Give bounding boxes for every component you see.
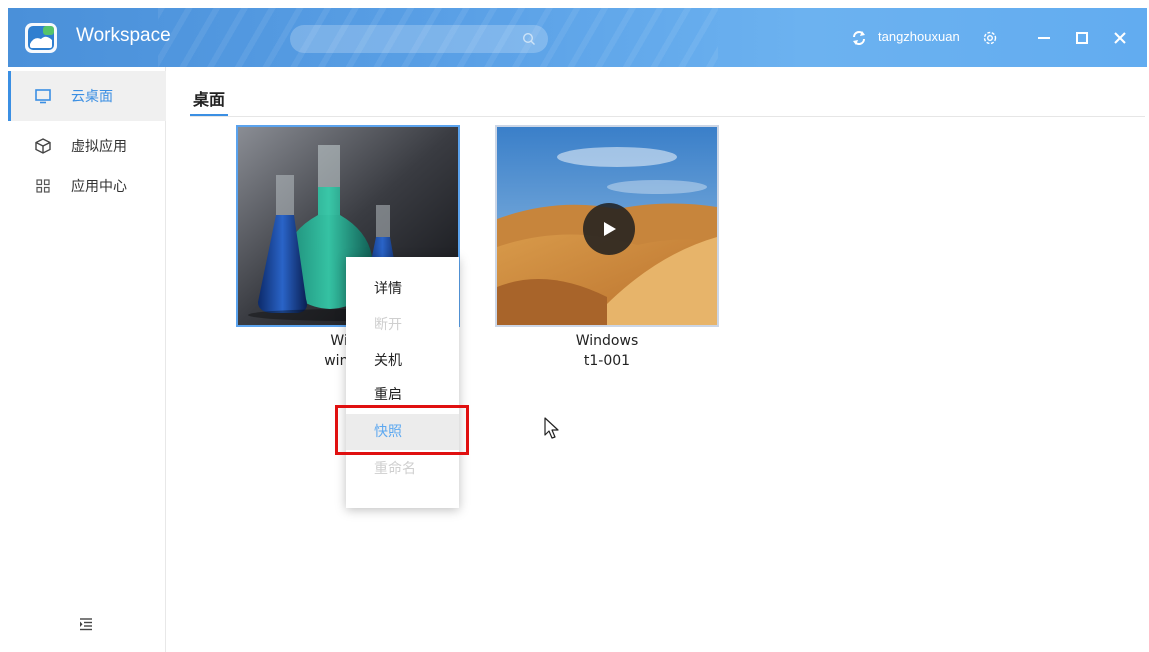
gear-icon[interactable]: [981, 29, 999, 47]
refresh-icon[interactable]: [851, 30, 867, 46]
menu-item-shutdown[interactable]: 关机: [346, 343, 459, 379]
maximize-button[interactable]: [1069, 25, 1095, 51]
desktop-card[interactable]: Windows t1-001: [495, 125, 719, 375]
app-title: Workspace: [76, 25, 171, 46]
close-icon: [1114, 32, 1126, 44]
username-label[interactable]: tangzhouxuan: [878, 29, 960, 44]
menu-item-disconnect[interactable]: 断开: [346, 307, 459, 343]
search-input[interactable]: [290, 25, 548, 53]
highlight-box: [335, 405, 469, 455]
cube-icon: [35, 138, 51, 154]
menu-item-rename[interactable]: 重命名: [346, 451, 459, 487]
menu-item-details[interactable]: 详情: [346, 271, 459, 307]
sidebar-item-app-center[interactable]: 应用中心: [8, 161, 166, 211]
context-menu: 详情 断开 关机 重启 快照 重命名: [346, 257, 459, 508]
play-icon: [604, 222, 616, 236]
monitor-icon: [35, 89, 51, 104]
desktop-name: Windows: [575, 333, 639, 349]
workspace-logo-icon: [25, 23, 57, 53]
sidebar-item-cloud-desktop[interactable]: 云桌面: [8, 71, 166, 121]
title-bar: Workspace tangzhouxuan: [8, 8, 1147, 67]
grid-icon: [36, 179, 50, 193]
search-icon[interactable]: [522, 32, 536, 46]
sidebar: 云桌面 虚拟应用 应用中心: [8, 67, 166, 652]
sidebar-item-label: 应用中心: [71, 179, 127, 195]
close-button[interactable]: [1107, 25, 1133, 51]
minimize-button[interactable]: [1031, 25, 1057, 51]
app-window: Workspace tangzhouxuan 云桌面 虚拟应用 应用中心 桌面 …: [8, 8, 1147, 652]
desktop-thumbnail[interactable]: [495, 125, 719, 327]
collapse-sidebar-icon[interactable]: [78, 616, 94, 632]
maximize-icon: [1076, 32, 1088, 44]
mouse-cursor-icon: [544, 417, 559, 439]
tab-desktop[interactable]: 桌面: [193, 86, 225, 110]
minimize-icon: [1038, 37, 1050, 39]
play-button[interactable]: [583, 203, 635, 255]
sidebar-item-label: 云桌面: [71, 89, 113, 105]
desktop-subtitle: t1-001: [583, 353, 631, 369]
sidebar-item-label: 虚拟应用: [71, 139, 127, 155]
